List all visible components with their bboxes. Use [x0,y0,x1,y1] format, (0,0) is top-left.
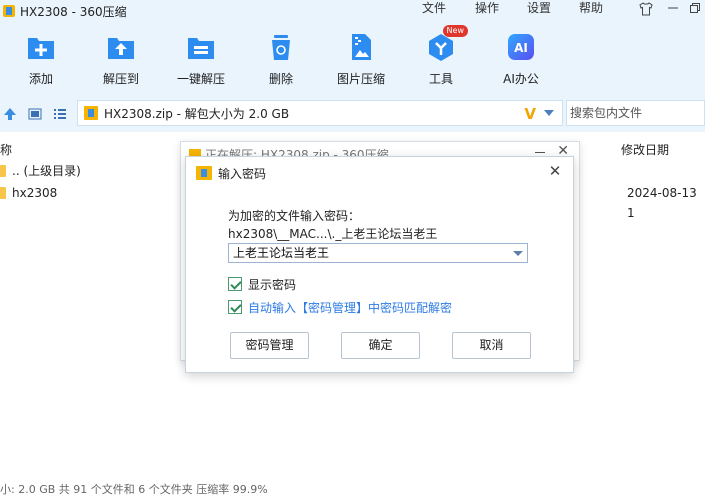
menu-settings[interactable]: 设置 [527,0,551,22]
ok-button[interactable]: 确定 [341,332,420,359]
tools-icon: New [426,25,468,62]
ai-office-button[interactable]: AI AI办公 [486,32,556,87]
address-field[interactable]: HX2308.zip - 解包大小为 2.0 GB V [77,100,563,126]
extract-to-label: 解压到 [102,72,139,86]
menu-operation[interactable]: 操作 [475,0,499,22]
thumbnail-view-icon[interactable] [28,107,42,121]
dialog-title: 输入密码 [218,166,267,181]
image-compress-icon [346,32,376,62]
list-item-name: .. (上级目录) [12,164,81,178]
encrypted-file-path: hx2308\__MAC...\._上老王论坛当老王 [228,227,438,241]
password-value: 上老王论坛当老王 [233,246,330,260]
status-bar: 小: 2.0 GB 共 91 个文件和 6 个文件夹 压缩率 99.9% [0,483,268,496]
skin-icon[interactable] [637,2,655,18]
title-bar: HX2308 - 360压缩 文件 操作 设置 帮助 [0,0,705,22]
auto-input-label: 自动输入【密码管理】中密码匹配解密 [248,300,453,315]
extract-to-button[interactable]: 解压到 [86,32,156,87]
add-label: 添加 [28,72,53,86]
menu-help[interactable]: 帮助 [579,0,603,22]
ai-office-label: AI办公 [503,72,539,86]
v-logo-icon[interactable]: V [524,105,536,123]
cancel-button[interactable]: 取消 [452,332,531,359]
address-path: HX2308.zip - 解包大小为 2.0 GB [104,106,290,121]
address-bar: HX2308.zip - 解包大小为 2.0 GB V 搜索包内文件 [0,96,705,132]
svg-text:AI: AI [514,41,528,55]
address-dropdown-icon[interactable] [544,110,554,116]
list-view-icon[interactable] [53,107,67,121]
password-prompt: 为加密的文件输入密码： [228,209,361,223]
image-compress-button[interactable]: 图片压缩 [326,32,396,87]
show-password-checkbox[interactable] [228,277,242,291]
auto-input-option[interactable]: 自动输入【密码管理】中密码匹配解密 [228,299,452,315]
one-click-extract-label: 一键解压 [176,72,225,86]
one-click-extract-icon [186,32,216,62]
ai-office-icon: AI [506,32,536,62]
password-manager-button[interactable]: 密码管理 [230,332,309,359]
close-icon[interactable]: ✕ [547,162,563,180]
one-click-extract-button[interactable]: 一键解压 [166,32,236,87]
folder-icon [0,187,6,199]
show-password-option[interactable]: 显示密码 [228,276,296,292]
add-icon [26,32,56,62]
window-title: HX2308 - 360压缩 [20,4,127,19]
list-item-date: 2024-08-13 1 [627,186,697,220]
tools-button[interactable]: New 工具 [406,25,476,87]
password-dialog: 输入密码 ✕ 为加密的文件输入密码： hx2308\__MAC...\._上老王… [185,156,574,373]
tools-label: 工具 [428,72,453,86]
dialog-app-icon [196,166,212,180]
delete-icon [266,32,296,62]
new-badge: New [442,25,468,37]
progress-minimize-icon[interactable] [535,152,545,153]
delete-label: 删除 [268,72,293,86]
minimize-icon[interactable] [664,2,682,18]
password-input[interactable]: 上老王论坛当老王 [228,243,528,263]
delete-button[interactable]: 删除 [246,32,316,87]
dialog-title-bar: 输入密码 [196,163,266,183]
restore-icon[interactable] [686,2,704,18]
zip-file-icon [84,106,98,120]
folder-icon [0,165,6,177]
menu-file[interactable]: 文件 [422,0,446,22]
password-dropdown-icon[interactable] [513,251,523,256]
search-input[interactable]: 搜索包内文件 [566,100,705,126]
add-button[interactable]: 添加 [6,32,76,87]
up-arrow-icon[interactable] [3,107,17,121]
show-password-label: 显示密码 [248,277,297,292]
column-modified-date[interactable]: 修改日期 [621,141,669,158]
column-name[interactable]: 称 [0,141,12,158]
auto-input-checkbox[interactable] [228,300,242,314]
app-logo-icon [3,5,15,17]
image-compress-label: 图片压缩 [336,72,385,86]
app-window: HX2308 - 360压缩 文件 操作 设置 帮助 添加 解压到 一键解压 删… [0,0,705,496]
list-item-name: hx2308 [12,186,58,200]
extract-to-icon [106,32,136,62]
toolbar: 添加 解压到 一键解压 删除 图片压缩 New 工具 AI AI办公 [0,22,705,96]
